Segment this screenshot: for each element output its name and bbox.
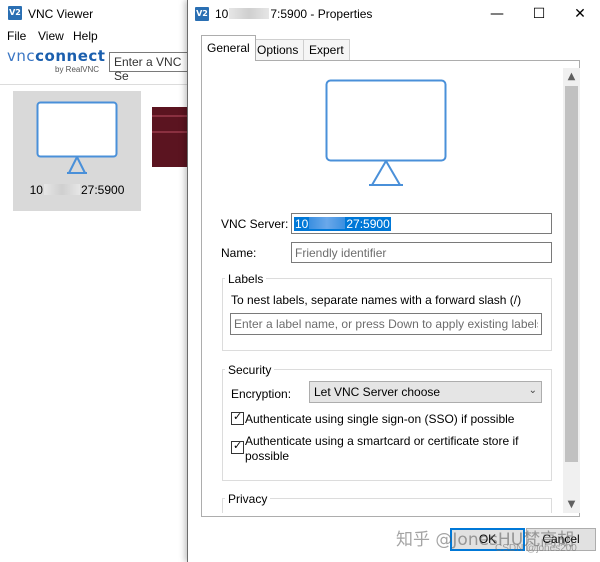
minimize-button[interactable]: — bbox=[477, 0, 517, 28]
name-label: Name: bbox=[221, 246, 257, 260]
scroll-up-arrow-icon[interactable]: ▲ bbox=[563, 68, 580, 85]
vnc-app-icon: V2 bbox=[195, 7, 209, 21]
monitor-icon bbox=[325, 79, 447, 186]
menu-view[interactable]: View bbox=[38, 29, 64, 43]
viewer-title: VNC Viewer bbox=[28, 7, 94, 21]
viewer-search-input[interactable]: Enter a VNC Se bbox=[109, 52, 199, 83]
menu-file[interactable]: File bbox=[7, 29, 26, 43]
tab-options[interactable]: Options bbox=[251, 39, 305, 61]
checkmark-icon: ✓ bbox=[233, 439, 243, 452]
panel-scrollbar[interactable]: ▲ ▼ bbox=[563, 68, 580, 513]
properties-dialog: V2 10 7:5900 - Properties — ☐ ✕ General O… bbox=[187, 0, 600, 562]
vnc-app-icon: V2 bbox=[8, 6, 22, 20]
maximize-button[interactable]: ☐ bbox=[519, 0, 559, 28]
sso-checkbox[interactable]: ✓ bbox=[231, 410, 244, 425]
vnc-server-selected-text: 10 27:5900 bbox=[294, 217, 391, 231]
monitor-icon bbox=[36, 101, 118, 174]
labels-hint: To nest labels, separate names with a fo… bbox=[231, 293, 522, 307]
smartcard-checkbox-label[interactable]: Authenticate using a smartcard or certif… bbox=[245, 434, 518, 464]
encryption-select[interactable]: Let VNC Server choose ⌄ bbox=[309, 381, 542, 403]
connection-thumbnail-label: 10 27:5900 bbox=[29, 183, 125, 197]
brand-logo-text: vncconnect bbox=[7, 47, 106, 65]
checkmark-icon: ✓ bbox=[233, 410, 243, 423]
vnc-connect-logo: vncconnect by RealVNC bbox=[7, 47, 107, 75]
connection-thumbnail-preview[interactable] bbox=[152, 107, 188, 167]
vnc-server-label: VNC Server: bbox=[221, 217, 289, 231]
privacy-group-title: Privacy bbox=[225, 492, 271, 506]
labels-group-title: Labels bbox=[225, 272, 267, 286]
connection-thumbnail[interactable]: 10 27:5900 bbox=[13, 91, 141, 211]
brand-subtitle: by RealVNC bbox=[55, 65, 100, 74]
tab-expert[interactable]: Expert bbox=[303, 39, 350, 61]
label-input[interactable] bbox=[230, 313, 542, 335]
encryption-label: Encryption: bbox=[231, 387, 292, 401]
dialog-title: 10 7:5900 - Properties bbox=[215, 7, 373, 21]
name-input[interactable] bbox=[291, 242, 552, 263]
security-group-title: Security bbox=[225, 363, 275, 377]
scroll-down-arrow-icon[interactable]: ▼ bbox=[563, 496, 580, 513]
viewer-divider bbox=[0, 84, 190, 85]
sso-checkbox-label[interactable]: Authenticate using single sign-on (SSO) … bbox=[245, 412, 514, 427]
dialog-titlebar[interactable]: V2 10 7:5900 - Properties — ☐ ✕ bbox=[188, 0, 600, 28]
privacy-group bbox=[222, 498, 552, 513]
encryption-selected-value: Let VNC Server choose bbox=[314, 385, 441, 399]
menu-help[interactable]: Help bbox=[73, 29, 98, 43]
watermark-subtext: CSDN @jones200 bbox=[495, 543, 577, 554]
close-button[interactable]: ✕ bbox=[560, 0, 600, 28]
tab-general[interactable]: General bbox=[201, 35, 256, 61]
scrollbar-thumb[interactable] bbox=[565, 86, 578, 462]
smartcard-checkbox[interactable]: ✓ bbox=[231, 439, 244, 454]
chevron-down-icon: ⌄ bbox=[528, 385, 537, 396]
